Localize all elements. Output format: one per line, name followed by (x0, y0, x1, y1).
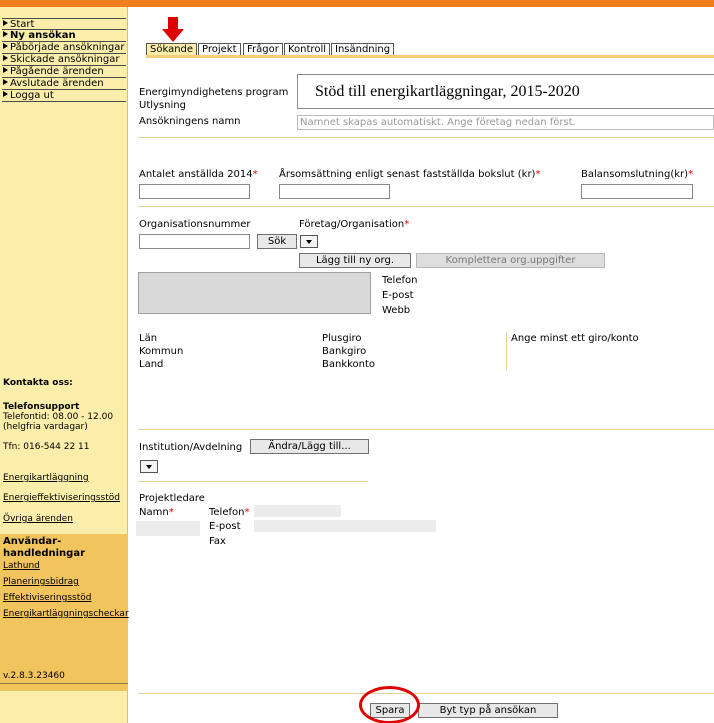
sidebar-item-paborjade[interactable]: Påbörjade ansökningar (2, 42, 126, 54)
support-hours: Telefontid: 08.00 - 12.00 (3, 412, 114, 422)
turnover-label: Årsomsättning enligt senast fastställda … (279, 169, 541, 180)
sidebar-item-start[interactable]: Start (2, 18, 126, 30)
link-ovriga-arenden[interactable]: Övriga ärenden (3, 514, 73, 524)
guide-lathund[interactable]: Lathund (3, 561, 40, 571)
org-info-box (138, 272, 371, 314)
leader-name-input[interactable] (136, 521, 200, 536)
triangle-right-icon (3, 67, 8, 73)
contact-title: Kontakta oss: (3, 378, 73, 388)
orgnr-input[interactable] (139, 234, 250, 249)
sidebar-item-pagaende[interactable]: Pågående ärenden (2, 66, 126, 78)
triangle-right-icon (3, 91, 8, 97)
column-divider (506, 332, 507, 370)
balance-input[interactable] (581, 184, 693, 199)
program-value: Stöd till energikartläggningar, 2015-202… (297, 74, 714, 109)
org-email-label: E-post (382, 290, 414, 301)
change-add-button[interactable]: Ändra/Lägg till... (250, 439, 369, 454)
sidebar-item-avslutade[interactable]: Avslutade ärenden (2, 78, 126, 90)
giro-note: Ange minst ett giro/konto (511, 333, 639, 344)
divider (138, 481, 368, 482)
triangle-right-icon (3, 43, 8, 49)
kommun-label: Kommun (139, 346, 184, 357)
user-guides-panel: Användar- handledningar Lathund Planerin… (0, 534, 129, 691)
program-label: Energimyndighetens program (139, 87, 289, 98)
link-energieffektiviseringsstod[interactable]: Energieffektiviseringsstöd (3, 493, 120, 503)
sidebar-item-logga-ut[interactable]: Logga ut (2, 90, 126, 102)
leader-phone-label: Telefon* (209, 507, 250, 518)
link-energikartlaggning[interactable]: Energikartläggning (3, 473, 89, 483)
red-arrow-down-icon (162, 17, 184, 42)
add-org-button[interactable]: Lägg till ny org. (299, 253, 411, 268)
sidebar-divider (0, 683, 128, 684)
leader-phone-input[interactable] (254, 505, 341, 517)
triangle-right-icon (3, 79, 8, 85)
company-label: Företag/Organisation* (299, 219, 410, 230)
guides-title: Användar- handledningar (3, 536, 86, 559)
balance-label: Balansomslutning(kr)* (581, 169, 694, 180)
footer-divider (138, 693, 714, 694)
application-name-label: Ansökningens namn (139, 116, 241, 127)
chevron-down-icon (306, 240, 312, 244)
employees-label: Antalet anställda 2014* (139, 169, 258, 180)
red-highlight-circle (359, 686, 420, 723)
triangle-right-icon (3, 55, 8, 61)
triangle-right-icon (3, 31, 8, 37)
institution-label: Institution/Avdelning (139, 442, 243, 453)
org-web-label: Webb (382, 305, 411, 316)
search-button[interactable]: Sök (257, 234, 297, 249)
org-phone-label: Telefon (382, 275, 418, 286)
bankkonto-label: Bankkonto (322, 359, 376, 370)
support-note: (helgfria vardagar) (3, 422, 88, 432)
turnover-input[interactable] (279, 184, 390, 199)
leader-email-input[interactable] (254, 520, 436, 532)
support-phone: Tfn: 016-544 22 11 (3, 442, 90, 452)
leader-fax-label: Fax (209, 536, 226, 547)
sidebar-item-skickade[interactable]: Skickade ansökningar (2, 54, 126, 66)
orgnr-label: Organisationsnummer (139, 219, 251, 230)
land-label: Land (139, 359, 164, 370)
guide-energikartlaggningscheckar[interactable]: Energikartläggningscheckar (3, 609, 129, 619)
support-title: Telefonsupport (3, 402, 80, 412)
sidebar-nav: Start Ny ansökan Påbörjade ansökningar S… (2, 18, 126, 102)
leader-name-label: Namn* (139, 507, 174, 518)
top-orange-bar (0, 0, 714, 7)
version-label: v.2.8.3.23460 (3, 671, 65, 681)
divider (138, 206, 714, 207)
guide-planeringsbidrag[interactable]: Planeringsbidrag (3, 577, 79, 587)
complete-org-button[interactable]: Komplettera org.uppgifter (416, 253, 605, 268)
utlysning-label: Utlysning (139, 100, 186, 111)
lan-label: Län (139, 333, 158, 344)
bankgiro-label: Bankgiro (322, 346, 367, 357)
tab-bar-underline (146, 55, 714, 58)
divider (138, 429, 714, 430)
leader-email-label: E-post (209, 521, 241, 532)
project-leader-label: Projektledare (139, 493, 205, 504)
plusgiro-label: Plusgiro (322, 333, 362, 344)
guide-effektiviseringsstod[interactable]: Effektiviseringsstöd (3, 593, 91, 603)
chevron-down-icon (146, 465, 152, 469)
application-name-field[interactable]: Namnet skapas automatiskt. Ange företag … (297, 115, 714, 130)
sidebar: Start Ny ansökan Påbörjade ansökningar S… (0, 7, 129, 723)
triangle-right-icon (3, 20, 8, 26)
company-select[interactable] (300, 235, 318, 248)
change-type-button[interactable]: Byt typ på ansökan (418, 703, 558, 718)
employees-input[interactable] (139, 184, 250, 199)
institution-select[interactable] (140, 460, 158, 473)
contact-info: Kontakta oss: Telefonsupport Telefontid:… (3, 378, 127, 452)
sidebar-item-ny-ansokan[interactable]: Ny ansökan (2, 30, 126, 42)
divider (138, 137, 714, 138)
